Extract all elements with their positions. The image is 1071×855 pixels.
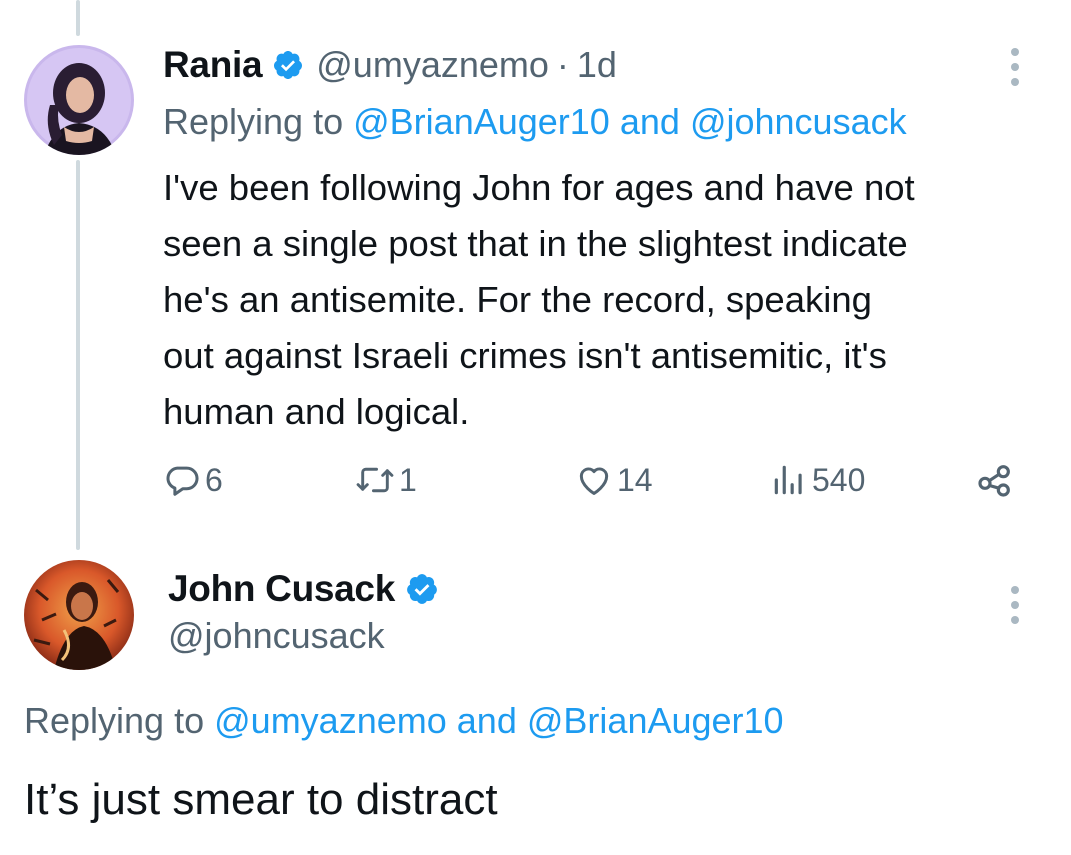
avatar-john-cusack[interactable] bbox=[24, 560, 134, 670]
more-dots-icon bbox=[1011, 601, 1019, 609]
replying-to-label: Replying to bbox=[163, 101, 344, 142]
views-icon bbox=[770, 461, 808, 499]
tweet-text-line: human and logical. bbox=[163, 391, 470, 432]
verified-badge-icon bbox=[272, 49, 304, 81]
tweet-timestamp[interactable]: 1d bbox=[577, 44, 617, 86]
author-handle[interactable]: @umyaznemo bbox=[316, 44, 549, 86]
replying-to-line: Replying to @BrianAuger10 and @johncusac… bbox=[163, 101, 907, 143]
replying-to-line: Replying to @umyaznemo and @BrianAuger10 bbox=[24, 700, 784, 742]
tweet-header: Rania @umyaznemo · 1d bbox=[163, 40, 617, 90]
mention-link[interactable]: @umyaznemo bbox=[214, 700, 447, 741]
tweet-text-line: out against Israeli crimes isn't antisem… bbox=[163, 335, 887, 376]
views-button[interactable]: 540 bbox=[770, 455, 865, 505]
author-name[interactable]: John Cusack bbox=[168, 568, 395, 610]
more-dots-icon bbox=[1011, 48, 1019, 56]
like-count: 14 bbox=[617, 461, 653, 498]
share-icon bbox=[975, 460, 1015, 500]
retweet-icon bbox=[355, 461, 395, 499]
tweet-text: It’s just smear to distract bbox=[24, 775, 498, 824]
avatar-rania[interactable] bbox=[24, 45, 134, 155]
like-button[interactable]: 14 bbox=[575, 455, 653, 505]
share-button[interactable] bbox=[975, 455, 1015, 505]
more-dots-icon bbox=[1011, 78, 1019, 86]
mention-joiner: and bbox=[456, 700, 517, 741]
author-handle[interactable]: @johncusack bbox=[168, 615, 385, 657]
views-count: 540 bbox=[812, 461, 866, 498]
separator-dot: · bbox=[556, 44, 569, 85]
author-name[interactable]: Rania bbox=[163, 44, 263, 86]
tweet-text: I've been following John for ages and ha… bbox=[163, 160, 1043, 440]
more-options-button[interactable] bbox=[1000, 42, 1030, 92]
replying-to-label: Replying to bbox=[24, 700, 205, 741]
retweet-count: 1 bbox=[399, 461, 417, 498]
more-dots-icon bbox=[1011, 586, 1019, 594]
heart-icon bbox=[575, 461, 613, 499]
mention-link[interactable]: @BrianAuger10 bbox=[527, 700, 784, 741]
thread-connector-line bbox=[76, 0, 80, 36]
reply-icon bbox=[163, 461, 201, 499]
more-dots-icon bbox=[1011, 616, 1019, 624]
tweet-text-line: seen a single post that in the slightest… bbox=[163, 223, 908, 264]
reply-button[interactable]: 6 bbox=[163, 455, 223, 505]
tweet-header: John Cusack bbox=[168, 563, 439, 615]
tweet-thread: Rania @umyaznemo · 1d Replying to @Brian… bbox=[0, 0, 1071, 855]
mention-link[interactable]: @BrianAuger10 bbox=[353, 101, 610, 142]
tweet-text-line: he's an antisemite. For the record, spea… bbox=[163, 279, 872, 320]
more-options-button[interactable] bbox=[1000, 580, 1030, 630]
tweet-text-line: I've been following John for ages and ha… bbox=[163, 167, 915, 208]
more-dots-icon bbox=[1011, 63, 1019, 71]
tweet-action-bar: 6 1 14 540 bbox=[0, 455, 1071, 505]
retweet-button[interactable]: 1 bbox=[355, 455, 417, 505]
verified-badge-icon bbox=[405, 572, 439, 606]
mention-link[interactable]: @johncusack bbox=[690, 101, 907, 142]
mention-joiner: and bbox=[619, 101, 680, 142]
reply-count: 6 bbox=[205, 461, 223, 498]
